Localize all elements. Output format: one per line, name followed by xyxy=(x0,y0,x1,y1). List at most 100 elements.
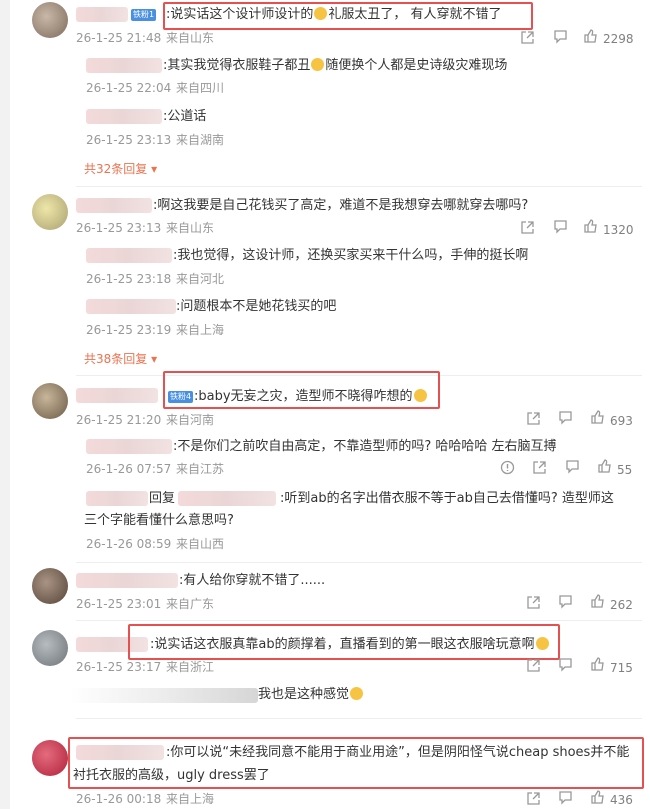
comment-location: 来自山东 xyxy=(166,221,215,235)
comment-location: 来自河南 xyxy=(166,413,215,427)
share-icon[interactable] xyxy=(526,658,541,673)
comment-location: 来自浙江 xyxy=(166,660,215,674)
like-icon[interactable] xyxy=(590,410,605,425)
fan-badge: 铁粉1 xyxy=(131,9,157,21)
reply-location: 来自山西 xyxy=(176,537,225,551)
username-blurred[interactable] xyxy=(86,109,162,124)
username-blurred[interactable] xyxy=(70,688,258,703)
reply-text: :其实我觉得衣服鞋子都丑 随便换个人都是史诗级灾难现场 xyxy=(163,58,508,73)
reply-location: 来自江苏 xyxy=(176,462,225,476)
like-count: 2298 xyxy=(603,32,634,46)
share-icon[interactable] xyxy=(520,30,535,45)
comment-text: 我也是这种感觉 xyxy=(258,686,364,703)
reply-text: :听到ab的名字出借衣服不等于ab自己去借懂吗? 造型师这 xyxy=(280,491,614,506)
reply-text: :问题根本不是她花钱买的吧 xyxy=(176,299,337,314)
reply-location: 来自上海 xyxy=(176,323,225,337)
fan-badge: 铁粉4 xyxy=(168,391,194,403)
avatar[interactable] xyxy=(32,568,68,604)
reply-location: 来自四川 xyxy=(176,81,225,95)
like-count: 693 xyxy=(610,414,633,428)
comment-icon[interactable] xyxy=(558,790,573,805)
comment-text: :你可以说“未经我同意不能用于商业用途”，但是阴阳怪气说cheap shoes并… xyxy=(166,745,630,760)
divider xyxy=(76,718,642,719)
like-icon[interactable] xyxy=(597,459,612,474)
crying-emoji-icon xyxy=(311,58,325,71)
share-icon[interactable] xyxy=(526,791,541,806)
comment-text: :baby无妄之灾，造型师不晓得咋想的 xyxy=(194,388,428,405)
reply-time: 26-1-25 22:04 xyxy=(86,81,172,95)
comment-icon[interactable] xyxy=(553,29,568,44)
divider xyxy=(76,562,642,563)
avatar[interactable] xyxy=(32,740,68,776)
comment-time: 26-1-25 23:01 xyxy=(76,597,162,611)
emoji-icon xyxy=(535,637,549,650)
username-blurred[interactable] xyxy=(86,248,172,263)
like-icon[interactable] xyxy=(590,594,605,609)
username-blurred[interactable] xyxy=(86,491,148,506)
like-icon[interactable] xyxy=(590,657,605,672)
reply-time: 26-1-26 07:57 xyxy=(86,462,172,476)
divider xyxy=(76,186,642,187)
like-count: 262 xyxy=(610,598,633,612)
like-icon[interactable] xyxy=(583,219,598,234)
comment-time: 26-1-26 00:18 xyxy=(76,792,162,806)
comment-icon[interactable] xyxy=(558,594,573,609)
like-count: 715 xyxy=(610,661,633,675)
comment-icon[interactable] xyxy=(565,459,580,474)
reply-time: 26-1-26 08:59 xyxy=(86,537,172,551)
reply-word: 回复 xyxy=(149,491,176,506)
username-blurred[interactable] xyxy=(76,745,164,760)
username-blurred[interactable] xyxy=(86,58,162,73)
username-blurred[interactable] xyxy=(76,7,128,22)
reply-time: 26-1-25 23:19 xyxy=(86,323,172,337)
avatar[interactable] xyxy=(32,630,68,666)
reply-time: 26-1-25 23:13 xyxy=(86,133,172,147)
comment-text: :有人给你穿就不错了...... xyxy=(179,573,326,588)
comment-location: 来自上海 xyxy=(166,792,215,806)
comment-icon[interactable] xyxy=(553,219,568,234)
comment-text: :说实话这衣服真靠ab的颜撑着，直播看到的第一眼这衣服啥玩意啊 xyxy=(150,636,550,653)
username-blurred[interactable] xyxy=(86,439,172,454)
comment-time: 26-1-25 23:17 xyxy=(76,660,162,674)
share-icon[interactable] xyxy=(526,595,541,610)
username-blurred[interactable] xyxy=(86,299,176,314)
comment-location: 来自广东 xyxy=(166,597,215,611)
comment-location: 来自山东 xyxy=(166,31,215,45)
view-more-replies-link[interactable]: 共38条回复 ▾ xyxy=(84,351,157,367)
comment-text: :说实话这个设计师设计的 礼服太丑了， 有人穿就不错了 xyxy=(166,7,502,22)
username-blurred[interactable] xyxy=(76,388,158,403)
comment-text: :啊这我要是自己花钱买了高定，难道不是我想穿去哪就穿去哪吗? xyxy=(153,198,529,213)
share-icon[interactable] xyxy=(526,411,541,426)
divider xyxy=(76,375,642,376)
reply-location: 来自河北 xyxy=(176,272,225,286)
comment-time: 26-1-25 21:20 xyxy=(76,413,162,427)
share-icon[interactable] xyxy=(520,220,535,235)
laugh-cry-emoji-icon xyxy=(350,687,364,700)
reply-time: 26-1-25 23:18 xyxy=(86,272,172,286)
like-icon[interactable] xyxy=(590,790,605,805)
like-count: 1320 xyxy=(603,223,634,237)
username-blurred[interactable] xyxy=(76,198,152,213)
laugh-cry-emoji-icon xyxy=(314,7,328,20)
comment-icon[interactable] xyxy=(558,657,573,672)
emoji-icon xyxy=(413,389,427,402)
reply-target-blurred[interactable] xyxy=(178,491,276,506)
report-icon[interactable] xyxy=(500,460,515,475)
username-blurred[interactable] xyxy=(76,573,178,588)
comment-text-line2: 衬托衣服的高级，ugly dress罢了 xyxy=(73,768,270,783)
left-gutter xyxy=(0,0,10,809)
comment-icon[interactable] xyxy=(558,410,573,425)
avatar[interactable] xyxy=(32,383,68,419)
comment-time: 26-1-25 23:13 xyxy=(76,221,162,235)
like-count: 55 xyxy=(617,463,633,477)
like-count: 436 xyxy=(610,793,633,807)
username-blurred[interactable] xyxy=(76,637,148,652)
reply-text: :公道话 xyxy=(163,109,207,124)
share-icon[interactable] xyxy=(532,460,547,475)
reply-text: :不是你们之前吹自由高定，不靠造型师的吗? 哈哈哈哈 左右脑互搏 xyxy=(173,439,557,454)
view-more-replies-link[interactable]: 共32条回复 ▾ xyxy=(84,161,157,177)
like-icon[interactable] xyxy=(583,29,598,44)
avatar[interactable] xyxy=(32,2,68,38)
avatar[interactable] xyxy=(32,194,68,230)
reply-text: :我也觉得，这设计师，还换买家买来干什么吗，手伸的挺长啊 xyxy=(173,248,529,263)
